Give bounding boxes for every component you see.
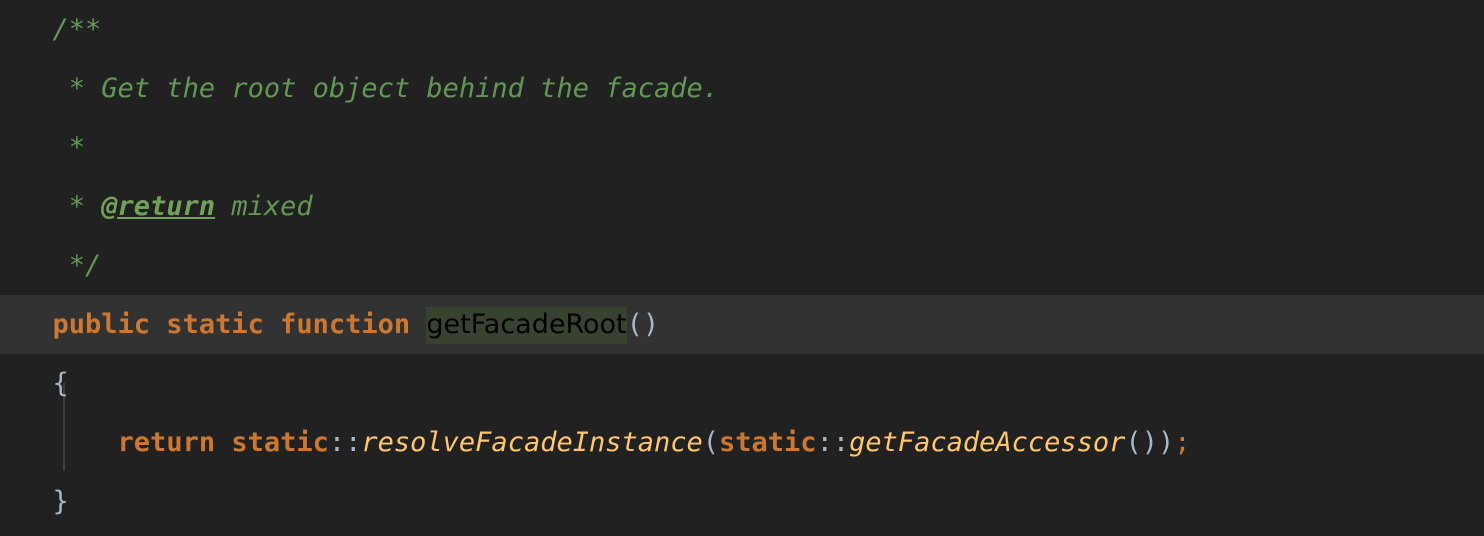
doc-tag-return: @return	[101, 191, 216, 222]
doc-return-type: mixed	[215, 191, 313, 222]
comment-asterisk: *	[68, 191, 102, 222]
code-line-text: return static::resolveFacadeInstance(sta…	[20, 413, 1484, 472]
code-line[interactable]: /**	[0, 0, 1484, 59]
code-line-text: * Get the root object behind the facade.	[20, 59, 1484, 118]
code-line[interactable]: * Get the root object behind the facade.	[0, 59, 1484, 118]
code-line[interactable]: {	[0, 354, 1484, 413]
close-paren-1: )	[1157, 427, 1175, 458]
call-resolve-facade-instance: resolveFacadeInstance	[361, 427, 703, 458]
keyword-static-2: static	[719, 427, 817, 458]
code-line[interactable]: return static::resolveFacadeInstance(sta…	[0, 383, 1484, 472]
code-editor[interactable]: /** * Get the root object behind the fac…	[0, 0, 1484, 536]
call-get-facade-accessor: getFacadeAccessor	[849, 427, 1126, 458]
inner-parens: ()	[1125, 427, 1158, 458]
code-line-text: * @return mixed	[20, 177, 1484, 236]
close-brace: }	[52, 486, 69, 517]
method-name-getfacaderoot[interactable]: getFacadeRoot	[426, 307, 627, 344]
open-brace: {	[52, 368, 69, 399]
code-line-text: */	[20, 236, 1484, 295]
comment-summary: * Get the root object behind the facade.	[68, 73, 719, 104]
keyword-return-static: return static	[117, 427, 329, 458]
code-line[interactable]: }	[0, 472, 1484, 531]
scope-resolution-2: ::	[816, 427, 850, 458]
code-line[interactable]: *	[0, 118, 1484, 177]
comment-block-open: /**	[52, 14, 102, 45]
code-line-current[interactable]: public static function getFacadeRoot()	[0, 295, 1484, 354]
code-line[interactable]: * @return mixed	[0, 177, 1484, 236]
code-line[interactable]: */	[0, 236, 1484, 295]
comment-block-close: */	[68, 250, 102, 281]
code-line-text: *	[20, 118, 1484, 177]
code-line-text: }	[20, 472, 1484, 531]
keyword-public: public static function	[52, 309, 427, 340]
open-paren-1: (	[702, 427, 720, 458]
scope-resolution-1: ::	[328, 427, 362, 458]
code-line-text: /**	[20, 0, 1484, 59]
statement-terminator: ;	[1174, 427, 1191, 458]
code-content[interactable]: /** * Get the root object behind the fac…	[0, 0, 1484, 536]
code-line-text: {	[20, 354, 1484, 413]
comment-blank: *	[68, 132, 86, 163]
signature-parens: ()	[626, 309, 660, 340]
code-line-text: public static function getFacadeRoot()	[20, 295, 1484, 354]
